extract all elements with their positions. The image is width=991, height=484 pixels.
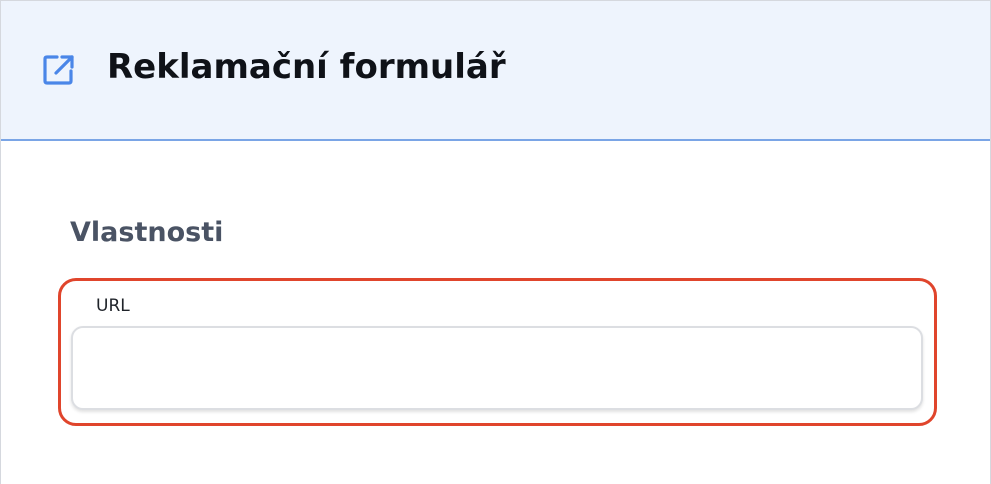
url-input[interactable] (71, 326, 923, 410)
form-header: Reklamační formulář (1, 1, 990, 141)
external-link-icon (41, 53, 79, 87)
form-title: Reklamační formulář (107, 47, 506, 87)
section-title: Vlastnosti (70, 217, 224, 248)
url-field-label: URL (96, 296, 130, 316)
form-panel: Reklamační formulář Vlastnosti URL (0, 0, 991, 484)
